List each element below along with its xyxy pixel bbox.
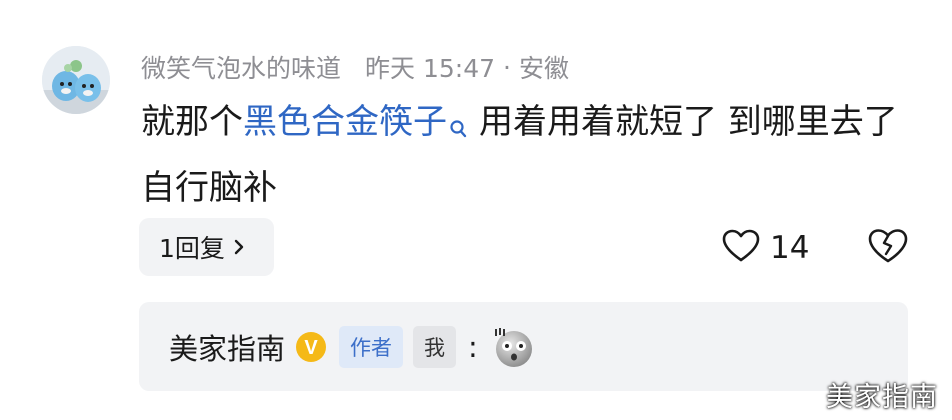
broken-heart-icon xyxy=(867,229,909,268)
verified-badge-letter: V xyxy=(304,337,318,359)
reply-count-label: 1回复 xyxy=(159,234,225,263)
heart-icon xyxy=(722,229,760,267)
avatar-image xyxy=(42,46,110,114)
sub-reply-author[interactable]: 美家指南 xyxy=(169,326,285,368)
watermark: 美家指南 xyxy=(826,382,938,413)
comment-time: 昨天 15:47 xyxy=(365,54,496,83)
me-tag: 我 xyxy=(413,325,457,368)
keyword-link[interactable]: 黑色合金筷子 xyxy=(243,102,447,142)
like-count: 14 xyxy=(770,230,810,266)
avatar[interactable] xyxy=(42,46,110,114)
like-button[interactable]: 14 xyxy=(722,228,809,268)
comment-text: 就那个黑色合金筷子 用着用着就短了 到哪里去了自行脑补 xyxy=(141,92,911,218)
search-icon[interactable] xyxy=(449,98,467,158)
username[interactable]: 微笑气泡水的味道 xyxy=(141,49,341,85)
verified-badge-icon: V xyxy=(295,331,327,363)
comment-text-before: 就那个 xyxy=(141,102,243,142)
comment-meta: 微笑气泡水的味道 昨天 15:47 · 安徽 xyxy=(141,48,569,86)
meta-separator: · xyxy=(503,52,511,82)
sub-reply-colon: : xyxy=(468,329,478,364)
comment-location: 安徽 xyxy=(518,54,569,83)
shocked-face-emoji xyxy=(490,325,536,369)
author-tag: 作者 xyxy=(339,325,404,368)
chevron-right-icon xyxy=(233,233,245,262)
sub-reply[interactable]: 美家指南 V 作者 我 : xyxy=(139,302,908,391)
dislike-button[interactable] xyxy=(867,228,909,268)
view-replies-button[interactable]: 1回复 xyxy=(139,218,274,276)
